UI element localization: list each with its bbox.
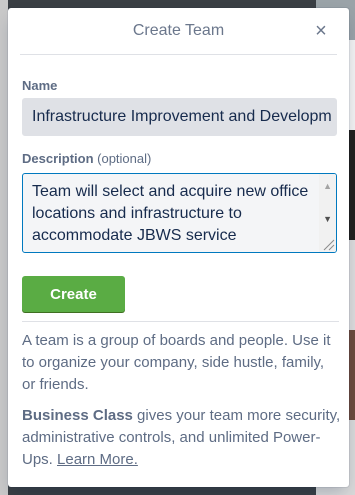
backdrop xyxy=(0,0,8,495)
close-icon[interactable]: × xyxy=(309,8,333,54)
learn-more-link[interactable]: Learn More. xyxy=(57,451,138,468)
name-label: Name xyxy=(22,78,58,93)
popover-header: Create Team × xyxy=(20,8,337,55)
scroll-down-icon[interactable]: ▼ xyxy=(323,214,332,224)
create-button[interactable]: Create xyxy=(22,276,125,312)
resize-handle-icon[interactable] xyxy=(321,237,335,251)
create-team-popover: Create Team × Name Infrastructure Improv… xyxy=(8,8,349,487)
business-class-label: Business Class xyxy=(22,407,133,424)
scroll-up-icon[interactable]: ▲ xyxy=(323,181,332,191)
optional-hint: (optional) xyxy=(97,151,152,166)
description-text: Team will select and acquire new office … xyxy=(32,183,309,244)
description-textarea[interactable]: Team will select and acquire new office … xyxy=(22,173,337,253)
popover-title: Create Team xyxy=(132,22,225,39)
divider xyxy=(22,321,339,322)
team-description-text: A team is a group of boards and people. … xyxy=(22,332,331,393)
description-label: Description (optional) xyxy=(22,151,151,166)
business-class-text: Business Class gives your team more secu… xyxy=(22,405,341,471)
team-name-input[interactable]: Infrastructure Improvement and Developm xyxy=(22,98,337,136)
description-label-text: Description xyxy=(22,151,94,166)
